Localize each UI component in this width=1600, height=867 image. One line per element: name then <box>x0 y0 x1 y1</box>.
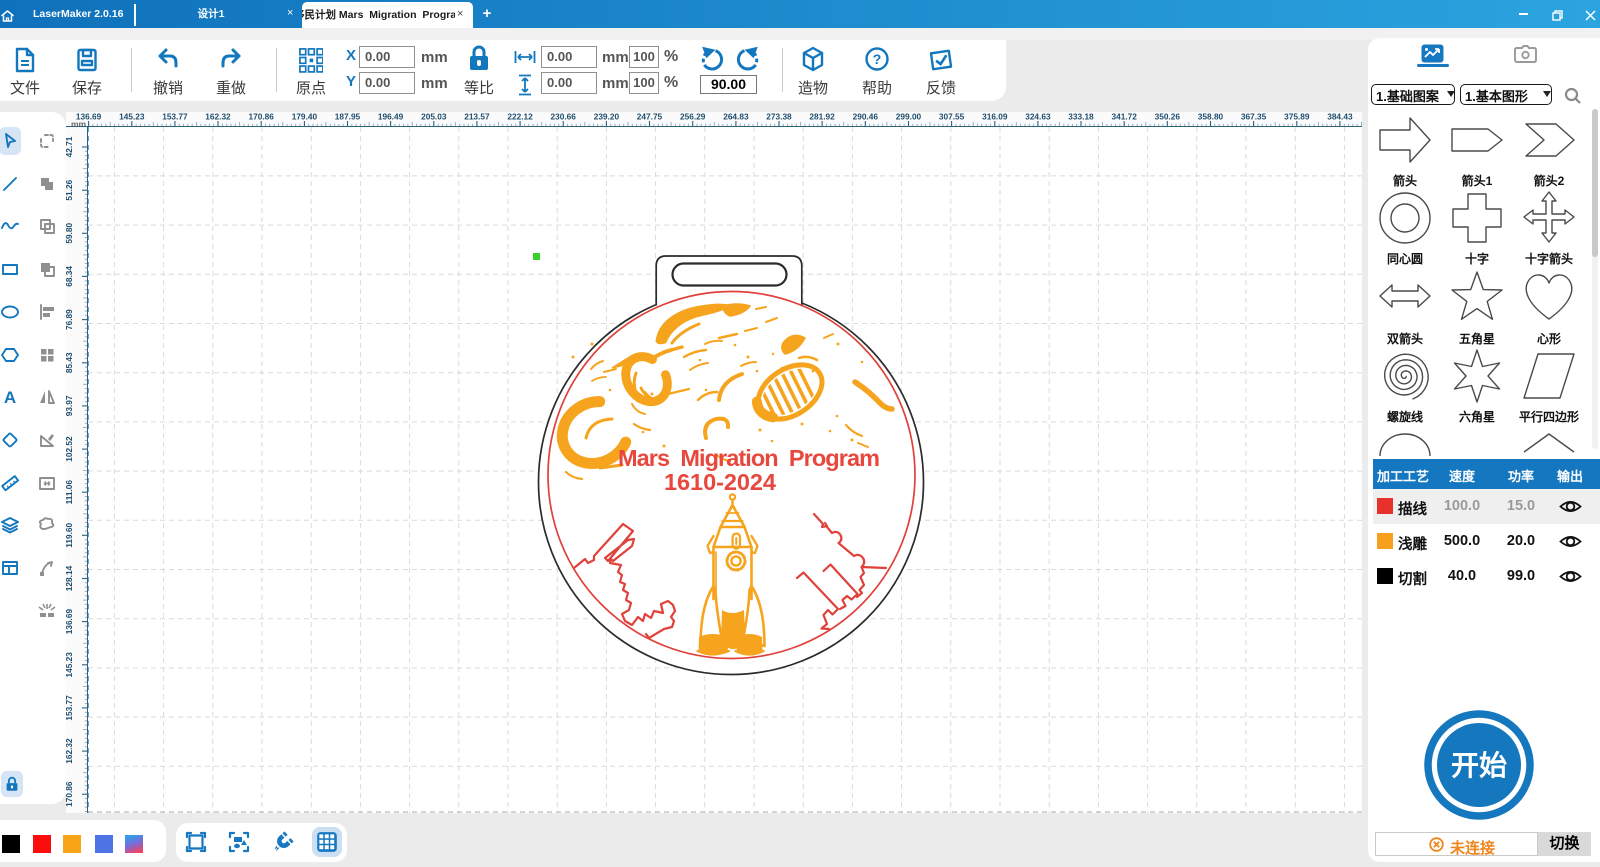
svg-text:196.49: 196.49 <box>378 112 404 122</box>
svg-text:?: ? <box>873 51 882 67</box>
svg-text:162.32: 162.32 <box>66 738 74 764</box>
svg-text:85.43: 85.43 <box>66 352 74 373</box>
svg-text:51.26: 51.26 <box>66 179 74 200</box>
svg-text:119.60: 119.60 <box>66 522 74 547</box>
svg-text:350.26: 350.26 <box>1155 112 1181 122</box>
svg-text:1610-2024: 1610-2024 <box>664 469 776 495</box>
svg-text:299.00: 299.00 <box>896 112 922 122</box>
svg-text:A: A <box>4 388 16 407</box>
svg-text:145.23: 145.23 <box>66 652 74 678</box>
svg-text:128.14: 128.14 <box>66 565 74 591</box>
svg-text:230.66: 230.66 <box>551 112 577 122</box>
svg-text:316.09: 316.09 <box>982 112 1008 122</box>
svg-text:153.77: 153.77 <box>162 112 188 122</box>
svg-text:324.63: 324.63 <box>1025 112 1051 122</box>
svg-text:136.69: 136.69 <box>66 609 74 635</box>
svg-text:170.86: 170.86 <box>66 781 74 807</box>
svg-text:256.29: 256.29 <box>680 112 706 122</box>
svg-text:开始: 开始 <box>1451 750 1507 781</box>
svg-text:307.55: 307.55 <box>939 112 965 122</box>
svg-text:213.57: 213.57 <box>464 112 490 122</box>
svg-text:136.69: 136.69 <box>76 112 102 122</box>
svg-text:264.83: 264.83 <box>723 112 749 122</box>
svg-text:333.18: 333.18 <box>1068 112 1094 122</box>
svg-text:358.80: 358.80 <box>1198 112 1224 122</box>
svg-text:239.20: 239.20 <box>594 112 620 122</box>
svg-text:170.86: 170.86 <box>249 112 275 122</box>
svg-text:179.40: 179.40 <box>292 112 318 122</box>
svg-text:153.77: 153.77 <box>66 695 74 721</box>
svg-text:375.89: 375.89 <box>1284 112 1310 122</box>
svg-text:93.97: 93.97 <box>66 395 74 416</box>
svg-text:290.46: 290.46 <box>853 112 879 122</box>
svg-text:273.38: 273.38 <box>766 112 792 122</box>
svg-text:Mars Migration Program: Mars Migration Program <box>618 445 880 471</box>
svg-text:68.34: 68.34 <box>66 266 74 287</box>
svg-text:384.43: 384.43 <box>1327 112 1353 122</box>
svg-text:162.32: 162.32 <box>205 112 231 122</box>
svg-text:281.92: 281.92 <box>809 112 835 122</box>
svg-text:247.75: 247.75 <box>637 112 663 122</box>
svg-text:222.12: 222.12 <box>507 112 533 122</box>
svg-text:367.35: 367.35 <box>1241 112 1267 122</box>
svg-text:111.06: 111.06 <box>66 480 74 505</box>
svg-text:59.80: 59.80 <box>66 223 74 244</box>
svg-text:341.72: 341.72 <box>1112 112 1138 122</box>
svg-text:76.89: 76.89 <box>66 309 74 330</box>
svg-text:205.03: 205.03 <box>421 112 447 122</box>
svg-text:102.52: 102.52 <box>66 436 74 462</box>
svg-text:187.95: 187.95 <box>335 112 361 122</box>
svg-text:145.23: 145.23 <box>119 112 145 122</box>
svg-text:42.71: 42.71 <box>66 136 74 157</box>
